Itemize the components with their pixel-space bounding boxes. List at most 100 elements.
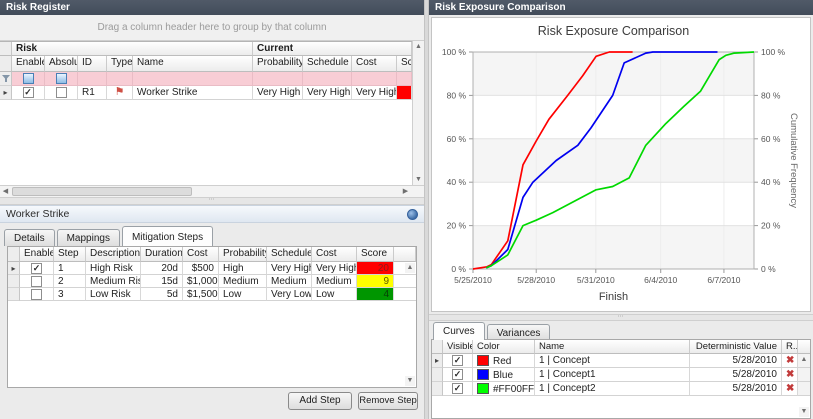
mit-enabled-checkbox[interactable] xyxy=(31,263,42,274)
hscroll-thumb[interactable] xyxy=(12,187,192,196)
risk-absolute-cell[interactable] xyxy=(45,86,78,100)
scroll-up-arrow[interactable]: ▲ xyxy=(799,355,809,365)
mit-cost2-cell[interactable]: Low xyxy=(312,288,357,301)
tab-mappings[interactable]: Mappings xyxy=(57,229,120,246)
mit-column-probability[interactable]: Probability xyxy=(219,247,267,262)
risk-cost-cell[interactable]: Very High xyxy=(352,86,397,100)
mit-step-cell[interactable]: 3 xyxy=(54,288,86,301)
curve-visible-cell[interactable] xyxy=(443,368,473,382)
curve-deterministic-cell[interactable]: 5/28/2010 xyxy=(690,354,782,368)
curve-row[interactable]: ▸ Red 1 | Concept 5/28/2010 ✖ xyxy=(432,354,810,368)
horizontal-splitter[interactable]: ⋯ xyxy=(0,197,424,205)
column-header-cost[interactable]: Cost xyxy=(352,56,397,72)
curves-scroll-track[interactable] xyxy=(798,368,810,382)
risk-enabled-cell[interactable] xyxy=(12,86,45,100)
remove-step-button[interactable]: Remove Step xyxy=(358,392,418,410)
filter-cell-id[interactable] xyxy=(78,72,107,86)
mit-description-cell[interactable]: Low Risk xyxy=(86,288,141,301)
mitigation-row[interactable]: 2 Medium Risk 15d $1,000 Medium Medium M… xyxy=(8,275,416,288)
column-header-schedule[interactable]: Schedule xyxy=(303,56,352,72)
mit-score-cell[interactable]: 20 xyxy=(357,262,394,275)
risk-absolute-checkbox[interactable] xyxy=(56,87,67,98)
mit-cost2-cell[interactable]: Very High xyxy=(312,262,357,275)
mit-column-cost2[interactable]: Cost xyxy=(312,247,357,262)
mit-enabled-checkbox[interactable] xyxy=(31,276,42,287)
mit-probability-cell[interactable]: High xyxy=(219,262,267,275)
tab-variances[interactable]: Variances xyxy=(487,324,551,340)
mit-duration-cell[interactable]: 15d xyxy=(141,275,183,288)
mit-step-cell[interactable]: 1 xyxy=(54,262,86,275)
mit-enabled-cell[interactable] xyxy=(20,275,54,288)
curve-remove-cell[interactable]: ✖ xyxy=(782,354,798,368)
filter-cell-schedule[interactable] xyxy=(303,72,352,86)
mit-cost-cell[interactable]: $1,000 xyxy=(183,275,219,288)
scroll-right-arrow[interactable]: ▶ xyxy=(400,186,411,197)
tab-mitigation-steps[interactable]: Mitigation Steps xyxy=(122,226,213,246)
curve-row[interactable]: #FF00FF00 1 | Concept2 5/28/2010 ✖ xyxy=(432,382,810,396)
curve-color-cell[interactable]: #FF00FF00 xyxy=(473,382,535,396)
risk-grid-hscrollbar[interactable]: ◀ ▶ xyxy=(0,185,424,197)
column-header-absolute[interactable]: Absolu... xyxy=(45,56,78,72)
curve-name-cell[interactable]: 1 | Concept2 xyxy=(535,382,690,396)
curve-row[interactable]: Blue 1 | Concept1 5/28/2010 ✖ xyxy=(432,368,810,382)
filter-cell-absolute[interactable] xyxy=(45,72,78,86)
mit-enabled-cell[interactable] xyxy=(20,262,54,275)
curves-column-deterministic[interactable]: Deterministic Value xyxy=(690,340,782,354)
filter-absolute-button[interactable] xyxy=(56,73,67,84)
risk-grid-vscrollbar[interactable]: ▲ ▼ xyxy=(412,41,424,185)
risk-enabled-checkbox[interactable] xyxy=(23,87,34,98)
filter-cell-name[interactable] xyxy=(133,72,253,86)
curve-deterministic-cell[interactable]: 5/28/2010 xyxy=(690,368,782,382)
curves-column-visible[interactable]: Visible xyxy=(443,340,473,354)
mit-column-enabled[interactable]: Enabled xyxy=(20,247,54,262)
add-step-button[interactable]: Add Step xyxy=(288,392,352,410)
scroll-up-arrow[interactable]: ▲ xyxy=(405,263,415,273)
mit-duration-cell[interactable]: 20d xyxy=(141,262,183,275)
scroll-down-arrow[interactable]: ▼ xyxy=(413,174,424,185)
mit-schedule-cell[interactable]: Very High xyxy=(267,262,312,275)
tab-details[interactable]: Details xyxy=(4,229,55,246)
mit-enabled-checkbox[interactable] xyxy=(31,289,42,300)
curve-remove-cell[interactable]: ✖ xyxy=(782,382,798,396)
mit-schedule-cell[interactable]: Medium xyxy=(267,275,312,288)
column-header-enabled[interactable]: Enabled xyxy=(12,56,45,72)
remove-curve-icon[interactable]: ✖ xyxy=(786,369,794,380)
curve-visible-cell[interactable] xyxy=(443,354,473,368)
mit-duration-cell[interactable]: 5d xyxy=(141,288,183,301)
scroll-left-arrow[interactable]: ◀ xyxy=(0,186,11,197)
scroll-down-arrow[interactable]: ▼ xyxy=(799,407,809,417)
filter-cell-type[interactable] xyxy=(107,72,133,86)
filter-enabled-button[interactable] xyxy=(23,73,34,84)
column-header-name[interactable]: Name xyxy=(133,56,253,72)
mit-column-schedule[interactable]: Schedule xyxy=(267,247,312,262)
mit-schedule-cell[interactable]: Very Low xyxy=(267,288,312,301)
mit-score-cell[interactable]: 9 xyxy=(357,275,394,288)
mit-probability-cell[interactable]: Low xyxy=(219,288,267,301)
curve-deterministic-cell[interactable]: 5/28/2010 xyxy=(690,382,782,396)
filter-cell-cost[interactable] xyxy=(352,72,397,86)
tab-curves[interactable]: Curves xyxy=(433,322,485,340)
risk-id-cell[interactable]: R1 xyxy=(78,86,107,100)
curves-scroll-track[interactable] xyxy=(798,382,810,396)
risk-schedule-cell[interactable]: Very High xyxy=(303,86,352,100)
mit-column-step[interactable]: Step xyxy=(54,247,86,262)
curve-name-cell[interactable]: 1 | Concept1 xyxy=(535,368,690,382)
filter-cell-score[interactable] xyxy=(397,72,412,86)
mit-cost-cell[interactable]: $500 xyxy=(183,262,219,275)
curve-color-cell[interactable]: Blue xyxy=(473,368,535,382)
band-header-risk[interactable]: Risk xyxy=(12,42,253,56)
horizontal-splitter[interactable]: ⋯ xyxy=(429,314,813,321)
mit-column-score[interactable]: Score xyxy=(357,247,394,262)
risk-name-cell[interactable]: Worker Strike xyxy=(133,86,253,100)
mit-column-duration[interactable]: Duration xyxy=(141,247,183,262)
mit-column-cost[interactable]: Cost xyxy=(183,247,219,262)
group-by-area[interactable]: Drag a column header here to group by th… xyxy=(0,15,424,41)
scroll-down-arrow[interactable]: ▼ xyxy=(405,376,415,386)
curve-remove-cell[interactable]: ✖ xyxy=(782,368,798,382)
mitigation-row[interactable]: ▸ 1 High Risk 20d $500 High Very High Ve… xyxy=(8,262,416,275)
mitigation-row[interactable]: 3 Low Risk 5d $1,500 Low Very Low Low 4 xyxy=(8,288,416,301)
band-header-current[interactable]: Current xyxy=(253,42,412,56)
column-header-type[interactable]: Type xyxy=(107,56,133,72)
risk-row[interactable]: ▸ R1 ⚑ Worker Strike Very High Very High… xyxy=(0,86,412,100)
remove-curve-icon[interactable]: ✖ xyxy=(786,355,794,366)
